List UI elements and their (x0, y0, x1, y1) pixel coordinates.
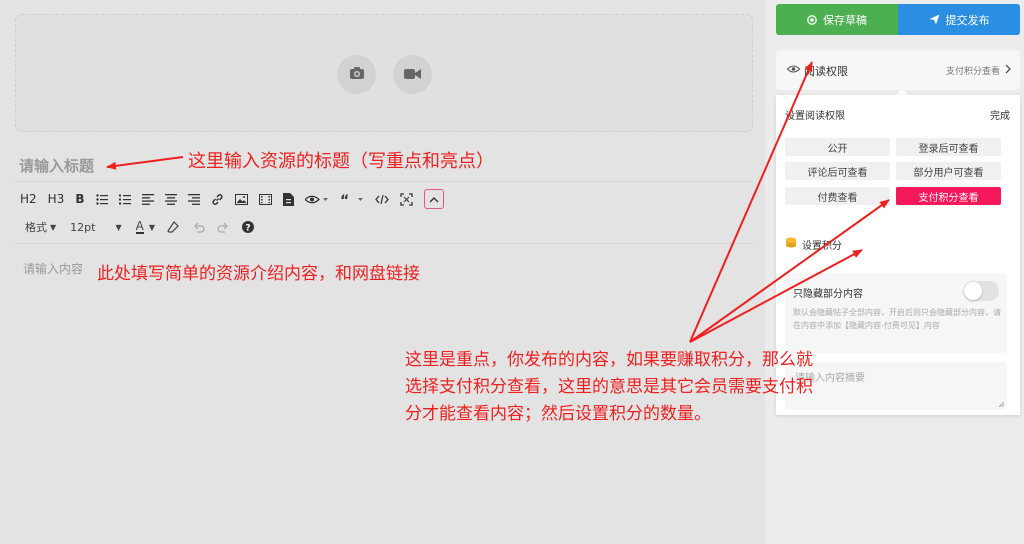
chevron-down-icon: ▼ (50, 222, 57, 232)
video-camera-icon (404, 65, 421, 84)
summary-textarea[interactable]: 请输入内容摘要 (785, 362, 1007, 410)
chevron-down-icon: ▼ (115, 222, 122, 232)
annotation-main-note: 这里是重点，你发布的内容，如果要赚取积分，那么就 选择支付积分查看，这里的意思是… (405, 347, 813, 428)
content-input[interactable]: 请输入内容 (23, 260, 83, 277)
publish-label: 提交发布 (945, 13, 990, 27)
option-partial-users[interactable]: 部分用户可查看 (896, 162, 1001, 180)
editor-toolbar-secondary: 格式 ▼ 12pt ▼ A ▼ ? (25, 217, 254, 237)
font-color-label: A (135, 219, 144, 234)
annotation-main-line-3: 分才能查看内容；然后设置积分的数量。 (405, 404, 711, 424)
save-draft-button[interactable]: 保存草稿 (776, 4, 898, 35)
annotation-main-line-2: 选择支付积分查看，这里的意思是其它会员需要支付积 (405, 377, 813, 397)
toggle-knob (964, 282, 982, 300)
cover-upload-area[interactable] (15, 14, 753, 132)
coins-icon (785, 237, 797, 248)
image-icon[interactable] (234, 189, 248, 209)
permission-current: 支付积分查看 (945, 67, 1000, 77)
svg-text:“: “ (340, 194, 349, 205)
record-icon (807, 14, 817, 25)
editor-toolbar: H2 H3 B “ (20, 188, 455, 210)
points-label: 设置积分 (802, 241, 842, 252)
send-icon (929, 14, 940, 25)
annotation-content-note: 此处填写简单的资源介绍内容，和网盘链接 (97, 264, 420, 284)
hide-part-toggle[interactable] (963, 281, 999, 301)
bold-button[interactable]: B (75, 189, 84, 209)
eye-icon (787, 64, 800, 74)
toolbar-divider (15, 243, 753, 244)
camera-icon (349, 65, 365, 84)
chevron-right-icon (1005, 64, 1011, 74)
eraser-icon[interactable] (167, 221, 179, 233)
undo-icon[interactable] (193, 222, 205, 233)
video-upload-button[interactable] (393, 55, 432, 94)
fullscreen-icon[interactable] (399, 189, 413, 209)
format-label: 格式 (25, 221, 47, 234)
option-comment-required[interactable]: 评论后可查看 (785, 162, 890, 180)
code-icon[interactable] (374, 189, 389, 209)
option-login-required[interactable]: 登录后可查看 (896, 138, 1001, 156)
done-button[interactable]: 完成 (990, 107, 1010, 122)
save-draft-label: 保存草稿 (823, 13, 867, 27)
heading2-button[interactable]: H2 (20, 189, 37, 209)
font-size-dropdown[interactable]: 12pt ▼ (70, 221, 121, 234)
popup-title: 设置阅读权限 (785, 111, 845, 122)
title-divider (15, 181, 753, 182)
permission-label: 阅读权限 (804, 65, 848, 78)
align-left-icon[interactable] (141, 189, 154, 209)
hide-part-label: 只隐藏部分内容 (793, 289, 863, 300)
option-points-paid[interactable]: 支付积分查看 (896, 187, 1001, 205)
file-icon[interactable] (282, 189, 294, 209)
numbered-list-icon[interactable] (118, 189, 131, 209)
resize-handle-icon (999, 402, 1004, 407)
font-color-dropdown[interactable]: A ▼ (135, 219, 155, 234)
svg-text:?: ? (245, 224, 250, 234)
option-paid[interactable]: 付费查看 (785, 187, 890, 205)
heading3-button[interactable]: H3 (48, 189, 65, 209)
read-permission-selector[interactable]: 阅读权限 支付积分查看 (776, 50, 1020, 90)
annotation-main-line-1: 这里是重点，你发布的内容，如果要赚取积分，那么就 (405, 350, 813, 370)
annotation-title-note: 这里输入资源的标题（写重点和亮点） (188, 151, 494, 172)
font-size-label: 12pt (70, 220, 96, 234)
media-icon[interactable] (258, 189, 272, 209)
eye-dropdown-icon[interactable] (304, 189, 329, 209)
redo-icon[interactable] (217, 222, 229, 233)
chevron-down-icon: ▼ (148, 222, 155, 232)
help-icon[interactable]: ? (241, 221, 254, 234)
image-upload-button[interactable] (337, 55, 376, 94)
title-input[interactable]: 请输入标题 (19, 155, 94, 176)
bullet-list-icon[interactable] (95, 189, 108, 209)
format-dropdown[interactable]: 格式 ▼ (25, 219, 56, 235)
link-icon[interactable] (211, 189, 224, 209)
option-public[interactable]: 公开 (785, 138, 890, 156)
collapse-toolbar-icon[interactable] (423, 189, 444, 209)
quote-dropdown-icon[interactable]: “ (340, 189, 364, 209)
hide-part-desc: 默认会隐藏帖子全部内容，开启后则只会隐藏部分内容，请在内容中添加【隐藏内容-付费… (793, 308, 1001, 330)
align-right-icon[interactable] (187, 189, 200, 209)
publish-button[interactable]: 提交发布 (898, 4, 1020, 35)
align-center-icon[interactable] (164, 189, 177, 209)
